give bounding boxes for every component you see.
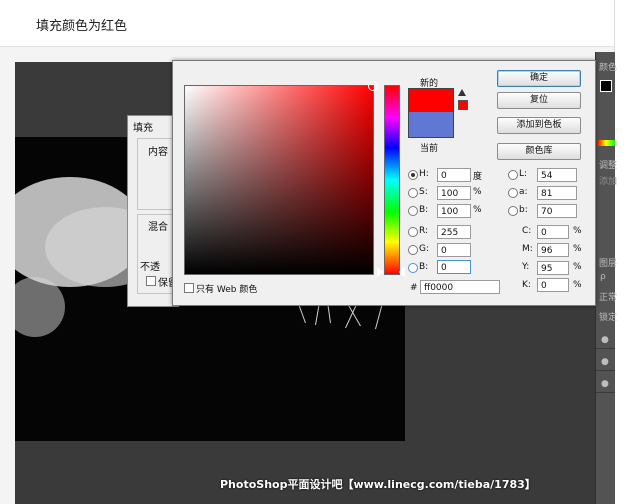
layer-divider: [596, 348, 615, 349]
preserve-transparency-checkbox[interactable]: [146, 276, 156, 286]
hue-unit: 度: [473, 172, 483, 182]
watermark-text: PhotoShop平面设计吧【www.linecg.com/tieba/1783…: [220, 478, 536, 491]
layer-divider: [596, 370, 615, 371]
hue-slider-right-handle[interactable]: [399, 267, 405, 277]
black-input[interactable]: 0: [537, 278, 569, 292]
page-right-edge: [614, 0, 628, 504]
web-colors-only-label: 只有 Web 颜色: [196, 285, 258, 295]
brightness-label: B:: [419, 205, 429, 215]
web-colors-only-checkbox[interactable]: [184, 283, 194, 293]
green-radio[interactable]: [408, 245, 418, 255]
ok-button[interactable]: 确定: [497, 70, 581, 87]
yellow-unit: %: [573, 262, 582, 272]
foreground-swatch[interactable]: [600, 80, 612, 92]
photoshop-right-panel: 颜色 调整 添加 图层 ρ 正常 锁定 ● ● ●: [595, 52, 618, 504]
a-channel-label: a:: [519, 187, 528, 197]
hue-label: H:: [419, 169, 429, 179]
cyan-label: C:: [522, 226, 532, 236]
magenta-unit: %: [573, 244, 582, 254]
blue-input[interactable]: 0: [437, 260, 471, 274]
hue-slider[interactable]: [384, 85, 400, 275]
yellow-input[interactable]: 95: [537, 261, 569, 275]
fill-opacity-label: 不透: [140, 262, 160, 273]
b-channel-input[interactable]: 70: [537, 204, 577, 218]
blend-mode-select[interactable]: 正常: [599, 290, 617, 303]
black-unit: %: [573, 280, 582, 290]
fill-dialog-title: 填充: [133, 123, 153, 134]
black-label: K:: [522, 280, 531, 290]
color-ramp[interactable]: [597, 140, 615, 146]
saturation-input[interactable]: 100: [437, 186, 471, 200]
panel-adjust-label: 调整: [599, 161, 618, 171]
green-label: G:: [419, 244, 430, 254]
layer-search-icon[interactable]: ρ: [600, 272, 606, 282]
lightness-label: L:: [519, 169, 528, 179]
magenta-label: M:: [522, 244, 533, 254]
panel-color-label: 颜色: [599, 63, 618, 73]
panel-layers-label: 图层: [599, 259, 618, 269]
green-input[interactable]: 0: [437, 243, 471, 257]
saturation-label: S:: [419, 187, 428, 197]
eye-icon[interactable]: ●: [601, 379, 609, 389]
saturation-unit: %: [473, 187, 482, 197]
fill-blend-label: 混合: [148, 222, 168, 233]
b-channel-label: b:: [519, 205, 528, 215]
lock-label: 锁定: [599, 313, 618, 323]
panel-add-label: 添加: [599, 177, 618, 187]
eye-icon[interactable]: ●: [601, 357, 609, 367]
blue-label: B:: [419, 262, 429, 272]
red-input[interactable]: 255: [437, 225, 471, 239]
red-radio[interactable]: [408, 227, 418, 237]
cyan-unit: %: [573, 226, 582, 236]
eye-icon[interactable]: ●: [601, 335, 609, 345]
hue-slider-left-handle[interactable]: [377, 267, 383, 277]
hex-input[interactable]: ff0000: [420, 280, 500, 294]
add-to-swatches-button[interactable]: 添加到色板: [497, 117, 581, 134]
brightness-radio[interactable]: [408, 206, 418, 216]
color-libraries-button[interactable]: 颜色库: [497, 143, 581, 160]
a-channel-input[interactable]: 81: [537, 186, 577, 200]
out-of-gamut-warning-icon[interactable]: [458, 89, 466, 96]
new-color-swatch: [408, 88, 454, 113]
b-channel-radio[interactable]: [508, 206, 518, 216]
magenta-input[interactable]: 96: [537, 243, 569, 257]
saturation-brightness-field[interactable]: [184, 81, 378, 275]
feather-spike: [375, 303, 383, 330]
saturation-radio[interactable]: [408, 188, 418, 198]
current-color-label: 当前: [420, 144, 439, 154]
color-picker-cursor[interactable]: [368, 81, 378, 91]
fill-content-label: 内容: [148, 147, 168, 158]
hue-input[interactable]: 0: [437, 168, 471, 182]
blue-radio[interactable]: [408, 263, 418, 273]
hex-label: #: [410, 283, 418, 293]
brightness-input[interactable]: 100: [437, 204, 471, 218]
gamut-color-swatch-icon[interactable]: [458, 100, 468, 110]
cyan-input[interactable]: 0: [537, 225, 569, 239]
current-color-swatch[interactable]: [408, 112, 454, 138]
lightness-radio[interactable]: [508, 170, 518, 180]
reset-button[interactable]: 复位: [497, 92, 581, 109]
caption-text: 填充颜色为红色: [36, 19, 128, 34]
red-label: R:: [419, 226, 429, 236]
a-channel-radio[interactable]: [508, 188, 518, 198]
brightness-unit: %: [473, 205, 482, 215]
hue-radio[interactable]: [408, 170, 418, 180]
yellow-label: Y:: [522, 262, 530, 272]
layer-divider: [596, 392, 615, 393]
lightness-input[interactable]: 54: [537, 168, 577, 182]
